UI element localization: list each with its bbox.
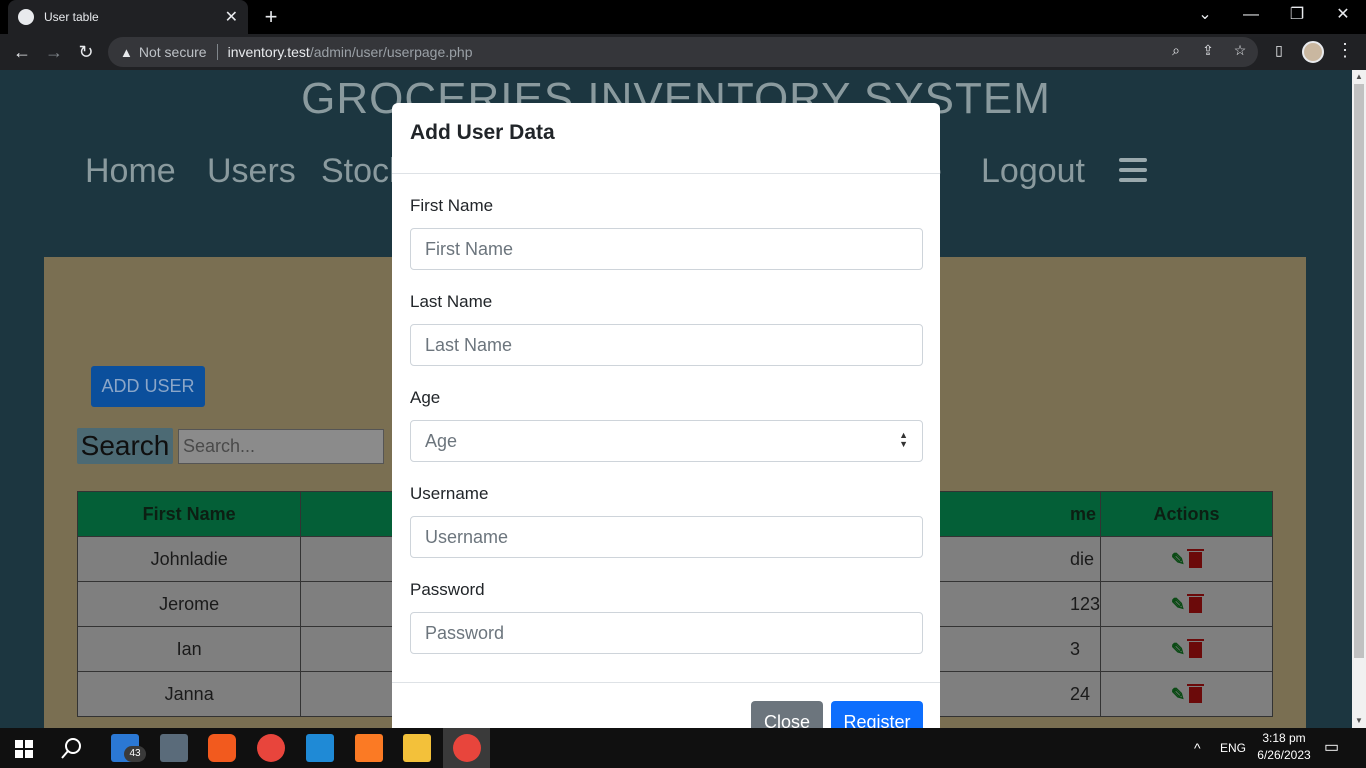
forward-arrow-icon[interactable]: → <box>42 40 66 64</box>
age-label: Age <box>410 388 441 407</box>
restore-button[interactable]: ❐ <box>1274 0 1320 34</box>
password-label: Password <box>410 580 485 599</box>
address-divider <box>216 44 218 60</box>
file-explorer-icon[interactable] <box>403 734 431 762</box>
column-header: Actions <box>1100 491 1273 537</box>
table-cell: Jerome <box>76 581 302 627</box>
modal-body: First Name First Name Last Name Last Nam… <box>392 196 940 654</box>
tab-search-icon[interactable]: ⌄ <box>1182 0 1228 34</box>
close-window-button[interactable]: ✕ <box>1320 0 1366 34</box>
tray-chevron-icon[interactable]: ^ <box>1194 728 1201 768</box>
url-path: /admin/user/userpage.php <box>309 44 473 60</box>
modal-header: Add User Data <box>392 103 940 174</box>
edit-icon[interactable]: ✎ <box>1171 595 1185 615</box>
last-name-label: Last Name <box>410 292 493 311</box>
profile-avatar[interactable] <box>1302 41 1324 63</box>
nav-users[interactable]: Users <box>207 152 296 191</box>
first-name-field[interactable]: First Name <box>410 228 923 270</box>
brave-browser-icon[interactable] <box>208 734 236 762</box>
page-scrollbar[interactable]: ▲ ▼ <box>1352 70 1366 728</box>
search-input[interactable]: Search... <box>178 429 384 464</box>
globe-icon <box>18 9 34 25</box>
bookmark-star-icon[interactable]: ☆ <box>1231 42 1249 59</box>
edit-icon[interactable]: ✎ <box>1171 685 1185 705</box>
last-name-field[interactable]: Last Name <box>410 324 923 366</box>
scroll-down-icon[interactable]: ▼ <box>1352 714 1366 728</box>
age-field[interactable]: Age ▲ ▼ <box>410 420 923 462</box>
reload-icon[interactable]: ↻ <box>74 40 98 64</box>
mail-badge: 43 <box>124 746 146 762</box>
zoom-icon[interactable]: ⌕ <box>1167 42 1185 59</box>
column-header: First Name <box>76 491 302 537</box>
minimize-button[interactable]: — <box>1228 0 1274 34</box>
more-menu-icon[interactable]: ⋮ <box>1336 40 1354 61</box>
scroll-up-icon[interactable]: ▲ <box>1352 70 1366 84</box>
clock-time[interactable]: 3:18 pm <box>1254 731 1314 745</box>
windows-taskbar <box>0 728 1366 768</box>
table-cell: Janna <box>76 671 302 717</box>
add-user-modal: Add User Data First Name First Name Last… <box>392 103 940 728</box>
new-tab-button[interactable]: + <box>258 4 284 30</box>
username-label: Username <box>410 484 489 503</box>
windows-start-icon[interactable] <box>15 740 33 758</box>
scrollbar-thumb[interactable] <box>1354 84 1364 658</box>
password-field[interactable]: Password <box>410 612 923 654</box>
trash-icon[interactable] <box>1187 548 1205 568</box>
notifications-icon[interactable]: ▭ <box>1324 728 1339 768</box>
close-button[interactable]: Close <box>751 701 823 728</box>
chrome-profile-icon[interactable] <box>453 734 481 762</box>
share-icon[interactable]: ⇪ <box>1199 42 1217 59</box>
actions-cell: ✎ <box>1100 626 1273 672</box>
side-panel-icon[interactable]: ▯ <box>1270 42 1288 59</box>
warning-icon: ▲ <box>120 44 133 60</box>
url-host: inventory.test <box>227 44 310 60</box>
browser-tabbar: User table ✕ + ⌄ — ❐ ✕ <box>0 0 1366 34</box>
number-spinner-icon[interactable]: ▲ ▼ <box>899 431 908 449</box>
table-cell: Johnladie <box>76 536 302 582</box>
first-name-label: First Name <box>410 196 494 215</box>
table-cell: Ian <box>76 626 302 672</box>
close-tab-icon[interactable]: ✕ <box>225 7 238 27</box>
actions-cell: ✎ <box>1100 581 1273 627</box>
username-field[interactable]: Username <box>410 516 923 558</box>
trash-icon[interactable] <box>1187 638 1205 658</box>
actions-cell: ✎ <box>1100 671 1273 717</box>
browser-toolbar: ← → ↻ ▲ Not secure inventory.test /admin… <box>0 34 1366 70</box>
browser-tab[interactable]: User table ✕ <box>8 0 248 34</box>
modal-title: Add User Data <box>410 121 555 144</box>
nav-logout[interactable]: Logout <box>981 152 1085 191</box>
age-placeholder: Age <box>425 431 458 451</box>
actions-cell: ✎ <box>1100 536 1273 582</box>
nav-home[interactable]: Home <box>85 152 176 191</box>
xampp-icon[interactable] <box>355 734 383 762</box>
address-bar[interactable]: ▲ Not secure inventory.test /admin/user/… <box>108 37 1258 67</box>
trash-icon[interactable] <box>1187 683 1205 703</box>
back-arrow-icon[interactable]: ← <box>10 40 34 64</box>
hamburger-menu-icon[interactable] <box>1119 158 1147 182</box>
language-indicator[interactable]: ENG <box>1220 728 1246 768</box>
edit-icon[interactable]: ✎ <box>1171 640 1185 660</box>
add-user-button[interactable]: ADD USER <box>91 366 205 407</box>
trash-icon[interactable] <box>1187 593 1205 613</box>
vscode-icon[interactable] <box>306 734 334 762</box>
search-icon[interactable] <box>61 737 83 759</box>
modal-footer: Close Register <box>392 682 940 728</box>
clock-date[interactable]: 6/26/2023 <box>1252 748 1316 762</box>
chrome-icon[interactable] <box>257 734 285 762</box>
register-button[interactable]: Register <box>831 701 923 728</box>
calculator-icon[interactable] <box>160 734 188 762</box>
search-label: Search <box>77 428 173 464</box>
edit-icon[interactable]: ✎ <box>1171 550 1185 570</box>
tab-title: User table <box>44 10 99 24</box>
not-secure-label: Not secure <box>138 44 207 60</box>
